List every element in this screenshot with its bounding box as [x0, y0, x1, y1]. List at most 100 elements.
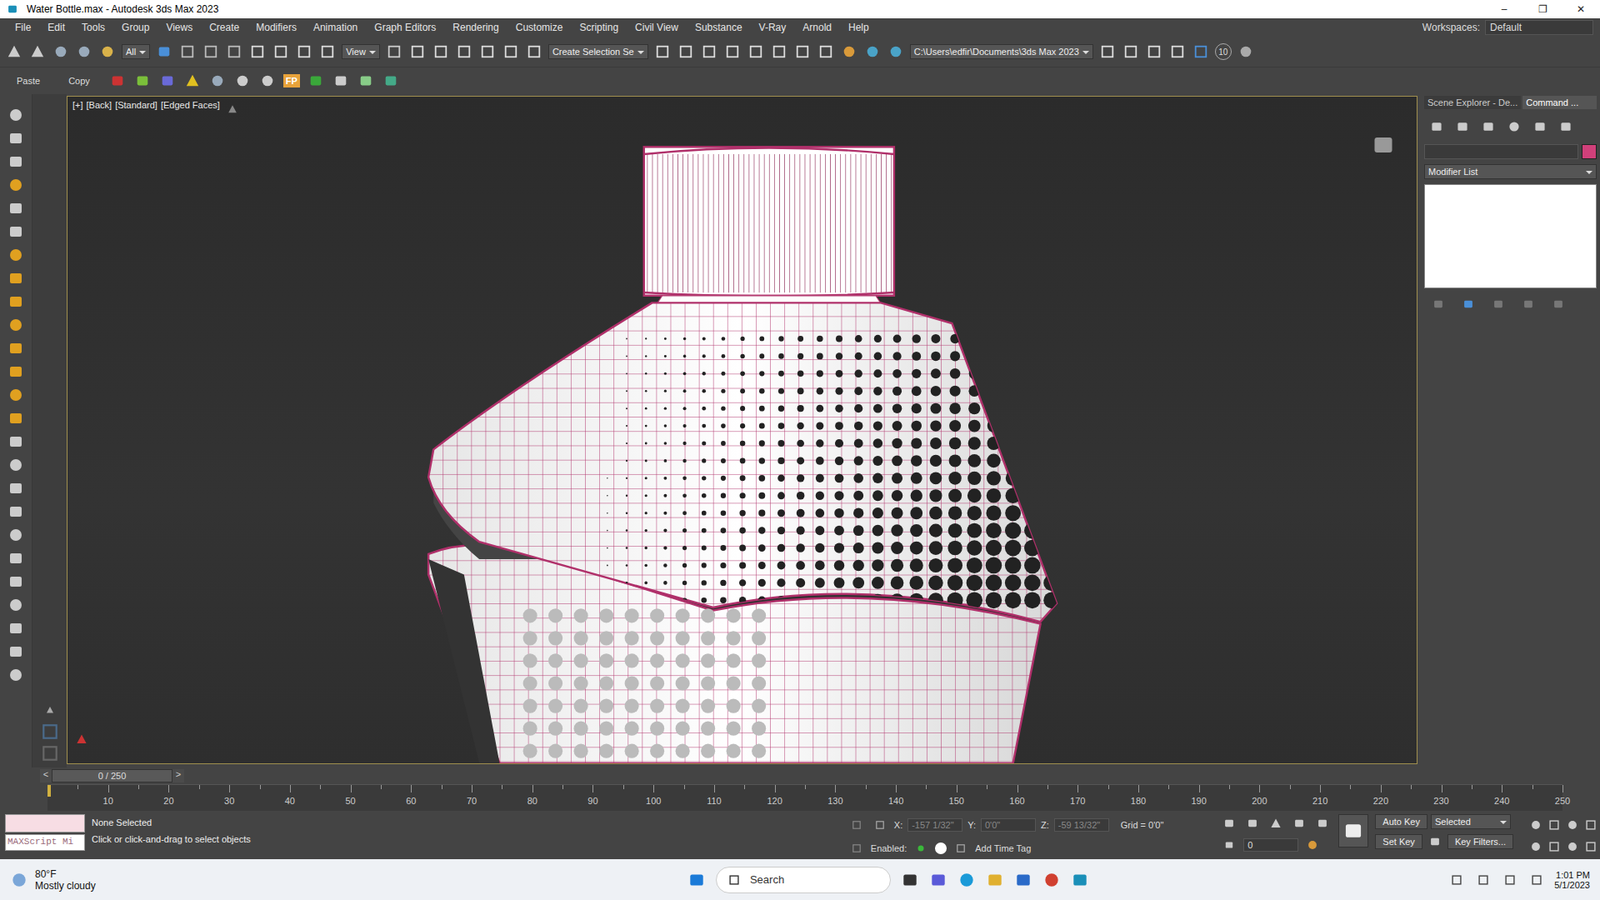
key-mode-icon[interactable]	[1220, 835, 1239, 855]
tool-icon[interactable]	[1191, 42, 1210, 61]
menu-item[interactable]: Modifiers	[247, 21, 305, 34]
next-frame-button[interactable]: >	[172, 769, 185, 783]
menu-item[interactable]: Help	[840, 21, 878, 34]
menu-item[interactable]: Edit	[39, 21, 74, 34]
tool-icon[interactable]	[6, 502, 25, 521]
tool-icon[interactable]	[6, 199, 25, 218]
viewport-label-item[interactable]: [Back]	[86, 100, 113, 119]
menu-item[interactable]: Customize	[507, 21, 572, 34]
tool-icon[interactable]	[385, 42, 404, 61]
tool-icon[interactable]	[6, 129, 25, 148]
timeline-track[interactable]: 1020304050607080901001101201301401501601…	[47, 784, 1563, 811]
tool-icon[interactable]	[676, 42, 695, 61]
reference-coordinate[interactable]: View	[341, 44, 380, 60]
tool-icon[interactable]	[331, 71, 350, 90]
tool-icon[interactable]	[6, 269, 25, 288]
tool-icon[interactable]	[318, 42, 337, 61]
viewport[interactable]: [+][Back][Standard][Edged Faces]	[66, 95, 1418, 765]
selection-filter[interactable]: All	[121, 44, 150, 60]
fp-button[interactable]: FP	[283, 74, 300, 88]
listener-input[interactable]: MAXScript Mi	[5, 834, 85, 851]
tool-icon[interactable]	[6, 292, 25, 311]
tool-icon[interactable]	[183, 71, 202, 90]
menu-item[interactable]: Tools	[73, 21, 114, 34]
taskbar-search[interactable]: Search	[715, 866, 891, 894]
tool-icon[interactable]	[108, 71, 127, 90]
tool-icon[interactable]	[700, 42, 719, 61]
minimize-button[interactable]: –	[1485, 3, 1524, 15]
tool-icon[interactable]	[6, 572, 25, 591]
menu-item[interactable]: Substance	[686, 21, 751, 34]
tool-icon[interactable]	[6, 385, 25, 405]
tool-icon[interactable]	[233, 71, 252, 90]
nav-icon[interactable]	[1545, 837, 1564, 856]
menu-item[interactable]: Animation	[305, 21, 366, 34]
current-frame-marker[interactable]	[47, 785, 51, 797]
nav-icon[interactable]	[1581, 837, 1600, 856]
tool-icon[interactable]	[478, 42, 497, 61]
key-mode-dropdown[interactable]: Selected	[1430, 814, 1511, 830]
nav-icon[interactable]	[1545, 815, 1564, 835]
tool-icon[interactable]	[501, 42, 520, 61]
playback-icon[interactable]	[1266, 814, 1285, 833]
app-icon[interactable]	[929, 870, 948, 890]
key-icon[interactable]	[1425, 832, 1445, 851]
menu-item[interactable]: Civil View	[626, 21, 687, 34]
layout-icon[interactable]	[40, 744, 60, 763]
coord-z-field[interactable]: -59 13/32"	[1054, 818, 1110, 832]
menu-item[interactable]: Scripting	[570, 21, 627, 34]
tool-icon[interactable]	[248, 42, 267, 61]
tool-icon[interactable]	[746, 42, 765, 61]
tool-icon[interactable]	[75, 42, 94, 61]
menu-item[interactable]: Views	[157, 21, 201, 34]
tool-icon[interactable]	[793, 42, 812, 61]
tool-icon[interactable]	[1145, 42, 1164, 61]
expand-icon[interactable]	[40, 700, 60, 720]
tool-icon[interactable]	[155, 42, 174, 61]
nav-icon[interactable]	[1563, 837, 1582, 856]
app-icon[interactable]	[1042, 870, 1061, 890]
tool-icon[interactable]	[431, 42, 450, 61]
nav-icon[interactable]	[1526, 815, 1545, 835]
auto-key-button[interactable]: Auto Key	[1375, 814, 1428, 830]
maxscript-listener[interactable]: MAXScript Mi	[5, 814, 85, 856]
tray-icon[interactable]	[1527, 870, 1546, 890]
project-path[interactable]: C:\Users\edfir\Documents\3ds Max 2023	[910, 44, 1094, 60]
menu-item[interactable]: Graph Editors	[365, 21, 445, 34]
tool-icon[interactable]	[356, 71, 375, 90]
enabled-toggle[interactable]	[935, 842, 947, 855]
viewport-label-item[interactable]: [Standard]	[115, 100, 158, 119]
tool-icon[interactable]	[381, 71, 400, 90]
tool-icon[interactable]	[6, 642, 25, 661]
panel-icon[interactable]	[1479, 117, 1498, 136]
tool-icon[interactable]	[816, 42, 835, 61]
clock[interactable]: 1:01 PM5/1/2023	[1554, 870, 1590, 890]
paste-button[interactable]: Paste	[6, 75, 50, 86]
playback-icon[interactable]	[1243, 814, 1262, 833]
panel-tab[interactable]: Scene Explorer - De...	[1424, 95, 1521, 110]
key-button-icon[interactable]	[1338, 814, 1369, 848]
menu-item[interactable]: File	[6, 21, 40, 34]
tool-icon[interactable]	[653, 42, 672, 61]
stack-tool-icon[interactable]	[1489, 295, 1508, 314]
tool-icon[interactable]	[525, 42, 544, 61]
panel-icon[interactable]	[1453, 117, 1472, 136]
tool-icon[interactable]	[6, 362, 25, 381]
coord-x-field[interactable]: -157 1/32"	[907, 818, 963, 832]
tool-icon[interactable]	[840, 42, 859, 61]
tool-icon[interactable]	[6, 549, 25, 568]
tool-icon[interactable]	[201, 42, 220, 61]
workspace-dropdown[interactable]: Default	[1485, 20, 1594, 35]
tray-icon[interactable]	[1447, 870, 1466, 890]
tool-icon[interactable]	[5, 42, 24, 61]
tool-icon[interactable]	[6, 619, 25, 638]
app-icon[interactable]	[900, 870, 920, 890]
menu-item[interactable]: Arnold	[794, 21, 840, 34]
tool-icon[interactable]	[6, 525, 25, 545]
nav-icon[interactable]	[1526, 837, 1545, 856]
panel-icon[interactable]	[1427, 117, 1446, 136]
filter-icon[interactable]	[223, 100, 242, 119]
viewport-label-item[interactable]: [Edged Faces]	[160, 100, 220, 119]
tool-icon[interactable]	[158, 71, 177, 90]
selection-set[interactable]: Create Selection Se	[548, 44, 649, 60]
